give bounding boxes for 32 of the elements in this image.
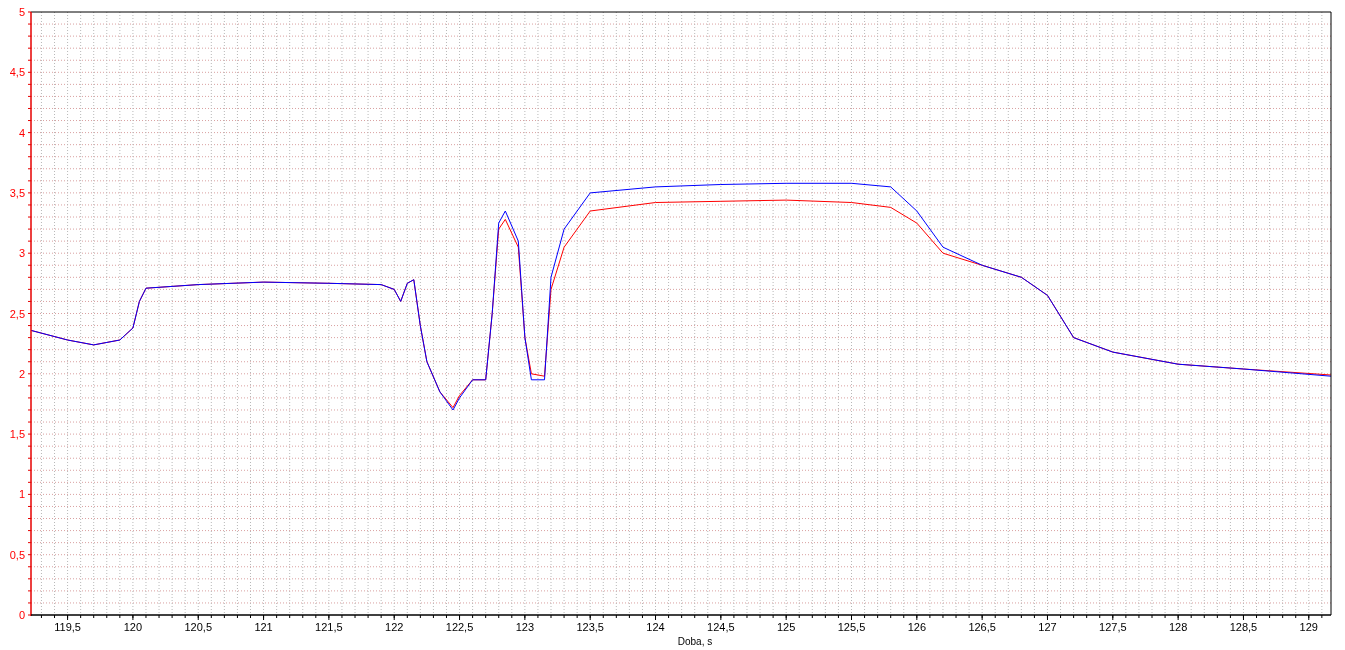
y-tick-label: 4,5 xyxy=(9,66,25,79)
x-tick-label: 127 xyxy=(1038,621,1057,633)
x-tick-label: 128 xyxy=(1168,621,1188,633)
y-tick-label: 1 xyxy=(18,488,25,501)
x-tick-label: 123 xyxy=(515,621,535,633)
x-tick-label: 121,5 xyxy=(315,621,343,633)
x-tick-label: 124 xyxy=(646,621,665,633)
x-tick-label: 125,5 xyxy=(837,621,866,633)
y-tick-label: 2,5 xyxy=(9,307,25,320)
y-tick-label: 5 xyxy=(18,6,25,18)
y-tick-label: 0,5 xyxy=(9,548,25,561)
x-tick-label: 122,5 xyxy=(445,621,474,633)
x-tick-label: 126 xyxy=(907,621,926,633)
x-tick-label: 127,5 xyxy=(1099,621,1127,633)
x-tick-label: 129 xyxy=(1299,621,1318,633)
y-tick-label: 1,5 xyxy=(9,428,25,441)
x-axis-title: Doba, s xyxy=(677,636,713,647)
y-tick-label: 2 xyxy=(18,367,25,380)
y-tick-label: 4 xyxy=(18,126,25,139)
x-tick-label: 126,5 xyxy=(968,621,996,633)
x-tick-label: 120,5 xyxy=(184,621,212,633)
y-tick-label: 3,5 xyxy=(9,186,25,199)
x-tick-label: 123,5 xyxy=(576,621,604,633)
x-tick-label: 121 xyxy=(254,621,273,633)
x-tick-label: 128,5 xyxy=(1229,621,1258,633)
x-tick-label: 122 xyxy=(385,621,404,633)
x-tick-label: 120 xyxy=(123,621,143,633)
y-tick-label: 3 xyxy=(18,247,25,260)
y-tick-label: 0 xyxy=(18,609,25,621)
x-tick-label: 125 xyxy=(777,621,796,633)
x-tick-label: 119,5 xyxy=(54,621,81,633)
x-tick-label: 124,5 xyxy=(707,621,735,633)
